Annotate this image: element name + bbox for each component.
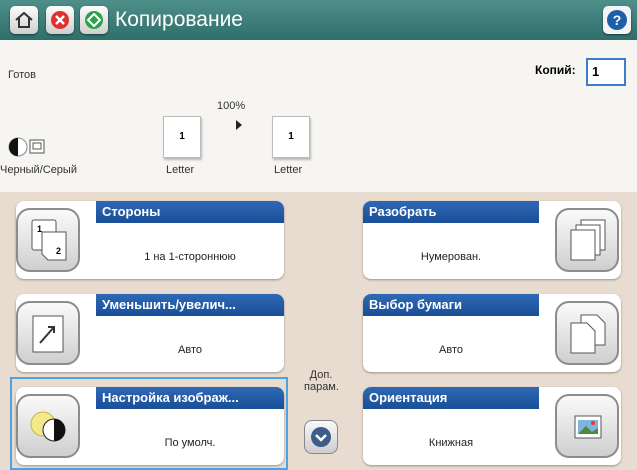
chevron-down-icon: [311, 427, 331, 447]
stop-button[interactable]: [46, 6, 74, 34]
dest-page: 1: [272, 116, 310, 158]
status-text: Готов: [8, 69, 36, 81]
zoom-label: 100%: [217, 100, 246, 112]
more-label-line1: Доп.: [309, 369, 333, 381]
more-label-line2: парам.: [304, 381, 339, 393]
orientation-title: Ориентация: [363, 387, 539, 409]
copies-label: Копий:: [535, 63, 576, 77]
reduce-value: Авто: [178, 344, 202, 356]
image-value: По умолч.: [164, 437, 216, 449]
dest-size: Letter: [274, 164, 303, 176]
color-mode-icon: [8, 137, 45, 157]
collate-button[interactable]: [555, 208, 619, 272]
help-icon: ?: [607, 10, 627, 30]
duplex-icon: 1 2: [31, 219, 67, 261]
stop-icon: [51, 11, 69, 29]
resize-icon: [32, 315, 64, 353]
collate-icon: [570, 219, 606, 261]
reduce-title: Уменьшить/увелич...: [96, 294, 284, 316]
paper-value: Авто: [439, 344, 463, 356]
help-button[interactable]: ?: [603, 6, 631, 34]
reduce-button[interactable]: [16, 301, 80, 365]
more-options-label: Доп. парам.: [304, 369, 339, 393]
copies-input[interactable]: 1: [586, 58, 626, 86]
arrow-icon: [236, 120, 242, 130]
collate-title: Разобрать: [363, 201, 539, 223]
home-button[interactable]: [10, 6, 38, 34]
orientation-icon: [574, 415, 602, 439]
status-area: Готов Копий: 100% Черный/Серый 1 Letter …: [0, 40, 637, 192]
source-size: Letter: [166, 164, 195, 176]
brightness-icon: [30, 411, 66, 442]
start-button[interactable]: [80, 6, 108, 34]
paper-button[interactable]: [555, 301, 619, 365]
paper-title: Выбор бумаги: [363, 294, 539, 316]
image-button[interactable]: [16, 394, 80, 458]
svg-text:2: 2: [56, 246, 61, 256]
start-icon: [85, 11, 103, 29]
sides-title: Стороны: [96, 201, 284, 223]
orientation-value: Книжная: [428, 437, 474, 449]
sides-value: 1 на 1-стороннюю: [144, 251, 236, 263]
top-bar: Копирование ?: [0, 0, 637, 40]
page-title: Копирование: [115, 8, 243, 31]
collate-value: Нумерован.: [420, 251, 482, 263]
svg-text:1: 1: [37, 224, 42, 234]
image-title: Настройка изображ...: [96, 387, 284, 409]
home-icon: [15, 12, 33, 28]
paper-select-icon: [570, 314, 606, 354]
more-options-button[interactable]: [304, 420, 338, 454]
svg-text:?: ?: [613, 12, 622, 28]
color-mode-label: Черный/Серый: [0, 164, 77, 176]
source-page: 1: [163, 116, 201, 158]
sides-button[interactable]: 1 2: [16, 208, 80, 272]
orientation-button[interactable]: [555, 394, 619, 458]
